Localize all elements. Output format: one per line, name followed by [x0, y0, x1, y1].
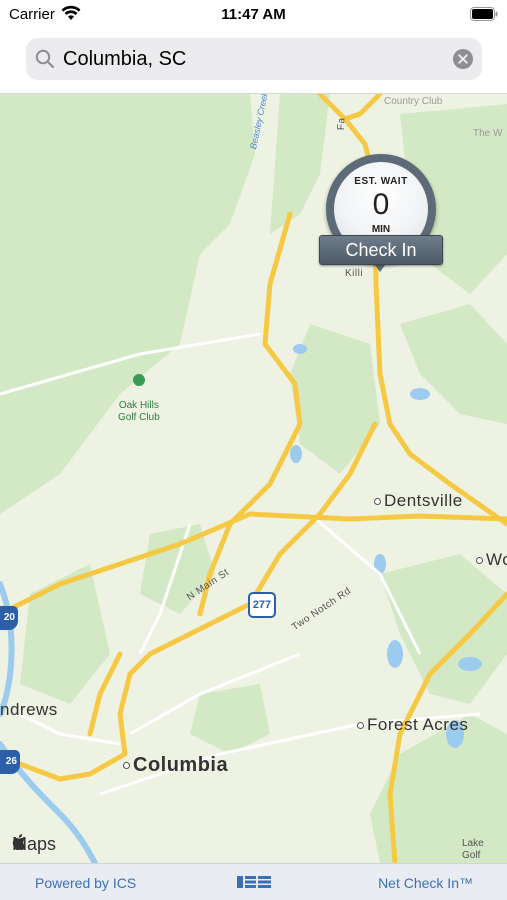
net-check-in-link[interactable]: Net Check In™ — [378, 875, 473, 891]
columbia-text: Columbia — [133, 754, 229, 776]
forest-acres-text: Forest Acres — [367, 715, 469, 734]
maps-logo: Maps — [12, 834, 56, 855]
powered-by-link[interactable]: Powered by ICS — [35, 875, 136, 891]
place-dot-icon — [374, 498, 381, 506]
map-view[interactable]: Country Club The W Beasley Creek Fa Kill… — [0, 94, 507, 863]
i26-shield: 26 — [0, 750, 20, 774]
map-label-fa: Fa — [336, 117, 348, 131]
map-label-wo: Wo — [476, 550, 507, 570]
est-wait-unit: MIN — [371, 224, 391, 235]
search-input[interactable] — [63, 38, 448, 80]
wait-time-pin[interactable]: EST. WAIT 0 MIN Check In — [319, 154, 443, 286]
place-dot-icon — [123, 762, 130, 770]
check-in-button[interactable]: Check In — [319, 235, 443, 265]
est-wait-label: EST. WAIT — [354, 176, 408, 187]
battery-icon — [470, 7, 498, 21]
dentsville-text: Dentsville — [384, 491, 463, 510]
est-wait-value: 0 — [372, 188, 390, 221]
place-dot-icon — [476, 557, 483, 565]
search-icon — [35, 49, 55, 74]
map-label-dentsville: Dentsville — [374, 491, 463, 511]
place-dot-icon — [357, 722, 364, 730]
ics-logo-icon[interactable] — [237, 875, 271, 894]
status-bar: Carrier 11:47 AM — [0, 0, 507, 30]
search-field[interactable] — [26, 38, 482, 80]
map-label-country-club: Country Club — [384, 96, 443, 107]
us277-shield: 277 — [248, 592, 276, 618]
map-label-columbia: Columbia — [123, 754, 228, 777]
map-label-lake-golf: Lake Golf — [462, 838, 484, 861]
search-bar — [0, 30, 507, 94]
clear-icon[interactable] — [453, 49, 473, 74]
map-label-forest-acres: Forest Acres — [357, 715, 468, 735]
map-label-oak-hills: Oak Hills Golf Club — [118, 400, 160, 423]
map-poi-oak-hills: Oak Hills Golf Club — [118, 362, 160, 424]
app-window: Carrier 11:47 AM Columbia, SC Country Cl… — [0, 0, 507, 900]
clock: 11:47 AM — [221, 6, 286, 23]
i20-shield: 20 — [0, 606, 18, 630]
map-label-the-w: The W — [473, 128, 503, 139]
apple-icon — [12, 834, 26, 850]
wo-text: Wo — [486, 550, 507, 569]
map-label-andrews: ndrews — [0, 700, 58, 719]
footer-bar: Powered by ICS Net Check In™ — [0, 863, 507, 900]
golf-icon — [132, 374, 145, 386]
